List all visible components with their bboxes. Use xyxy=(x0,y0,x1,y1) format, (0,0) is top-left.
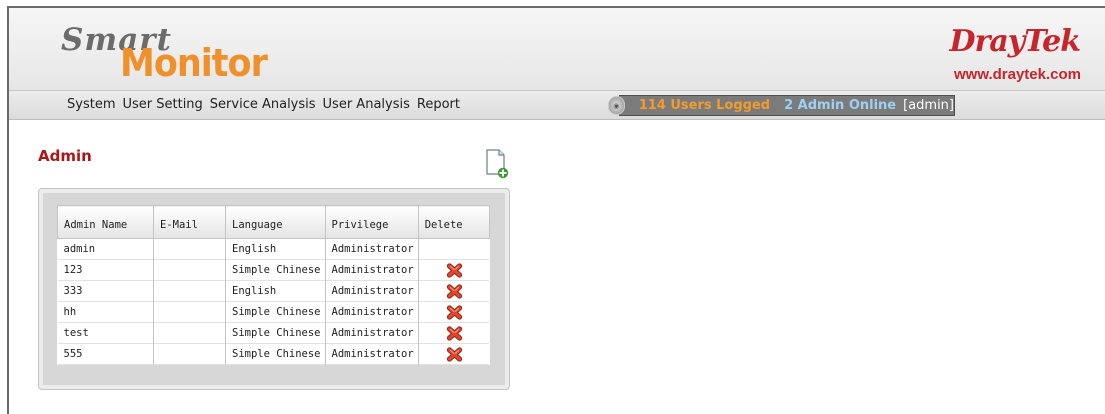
admin-name-link[interactable]: 123 xyxy=(57,259,154,281)
delete-cell xyxy=(418,302,489,323)
table-row: admin English Administrator xyxy=(57,238,490,260)
email-cell xyxy=(153,322,226,344)
navbar: System User Setting Service Analysis Use… xyxy=(9,90,1105,120)
privilege-cell: Administrator xyxy=(325,280,419,302)
delete-x-icon[interactable] xyxy=(446,346,463,362)
email-cell xyxy=(153,343,226,365)
privilege-cell: Administrator xyxy=(325,343,419,365)
delete-x-icon[interactable] xyxy=(446,304,463,320)
col-language: Language xyxy=(225,205,326,239)
privilege-cell: Administrator xyxy=(325,238,419,260)
language-cell: Simple Chinese xyxy=(225,301,326,323)
draytek-url: www.draytek.com xyxy=(954,66,1081,83)
draytek-logo: DrayTek xyxy=(949,24,1081,59)
admin-table-panel: Admin Name E-Mail Language Privilege Del… xyxy=(38,188,510,390)
menu-item-user-setting[interactable]: User Setting xyxy=(122,97,202,112)
main-menu: System User Setting Service Analysis Use… xyxy=(67,97,460,112)
page-title: Admin xyxy=(38,147,92,165)
table-header-row: Admin Name E-Mail Language Privilege Del… xyxy=(57,205,490,239)
table-row: test Simple Chinese Administrator xyxy=(57,322,490,344)
email-cell xyxy=(153,259,226,281)
logo-monitor-text: Monitor xyxy=(120,42,268,86)
admin-name-link[interactable]: 333 xyxy=(57,280,154,302)
language-cell: Simple Chinese xyxy=(225,343,326,365)
table-row: 333 English Administrator xyxy=(57,280,490,302)
privilege-cell: Administrator xyxy=(325,301,419,323)
email-cell xyxy=(153,238,226,260)
delete-x-icon[interactable] xyxy=(446,262,463,278)
privilege-cell: Administrator xyxy=(325,259,419,281)
users-logged-count: 114 Users Logged xyxy=(638,98,771,113)
current-user: [admin] xyxy=(903,98,954,113)
table-row: 123 Simple Chinese Administrator xyxy=(57,259,490,281)
privilege-cell: Administrator xyxy=(325,322,419,344)
email-cell xyxy=(153,301,226,323)
delete-x-icon[interactable] xyxy=(446,283,463,299)
language-cell: Simple Chinese xyxy=(225,259,326,281)
menu-item-user-analysis[interactable]: User Analysis xyxy=(323,97,410,112)
admin-name-link[interactable]: admin xyxy=(57,238,154,260)
col-email: E-Mail xyxy=(153,205,226,239)
status-orb-icon: ◉ xyxy=(608,96,625,115)
app-window: Smart Monitor DrayTek www.draytek.com Sy… xyxy=(7,6,1105,414)
menu-item-system[interactable]: System xyxy=(67,97,115,112)
admin-name-link[interactable]: 555 xyxy=(57,343,154,365)
menu-item-report[interactable]: Report xyxy=(417,97,460,112)
delete-cell xyxy=(418,344,489,365)
delete-cell xyxy=(418,281,489,302)
delete-cell xyxy=(418,323,489,344)
delete-cell xyxy=(418,239,489,260)
col-privilege: Privilege xyxy=(324,205,419,239)
header: Smart Monitor DrayTek www.draytek.com xyxy=(9,8,1105,90)
email-cell xyxy=(153,280,226,302)
admin-online-count: 2 Admin Online xyxy=(784,98,897,113)
admin-table: Admin Name E-Mail Language Privilege Del… xyxy=(57,205,490,365)
admin-name-link[interactable]: hh xyxy=(57,301,154,323)
language-cell: Simple Chinese xyxy=(225,322,326,344)
col-admin-name: Admin Name xyxy=(57,205,154,239)
language-cell: English xyxy=(225,280,326,302)
language-cell: English xyxy=(225,238,326,260)
add-document-icon[interactable] xyxy=(485,149,509,179)
delete-cell xyxy=(418,260,489,281)
table-row: hh Simple Chinese Administrator xyxy=(57,301,490,323)
admin-name-link[interactable]: test xyxy=(57,322,154,344)
table-row: 555 Simple Chinese Administrator xyxy=(57,343,490,365)
menu-item-service-analysis[interactable]: Service Analysis xyxy=(210,97,316,112)
delete-x-icon[interactable] xyxy=(446,325,463,341)
status-bar: ◉ 114 Users Logged 2 Admin Online [admin… xyxy=(608,95,955,116)
col-delete: Delete xyxy=(417,205,490,239)
